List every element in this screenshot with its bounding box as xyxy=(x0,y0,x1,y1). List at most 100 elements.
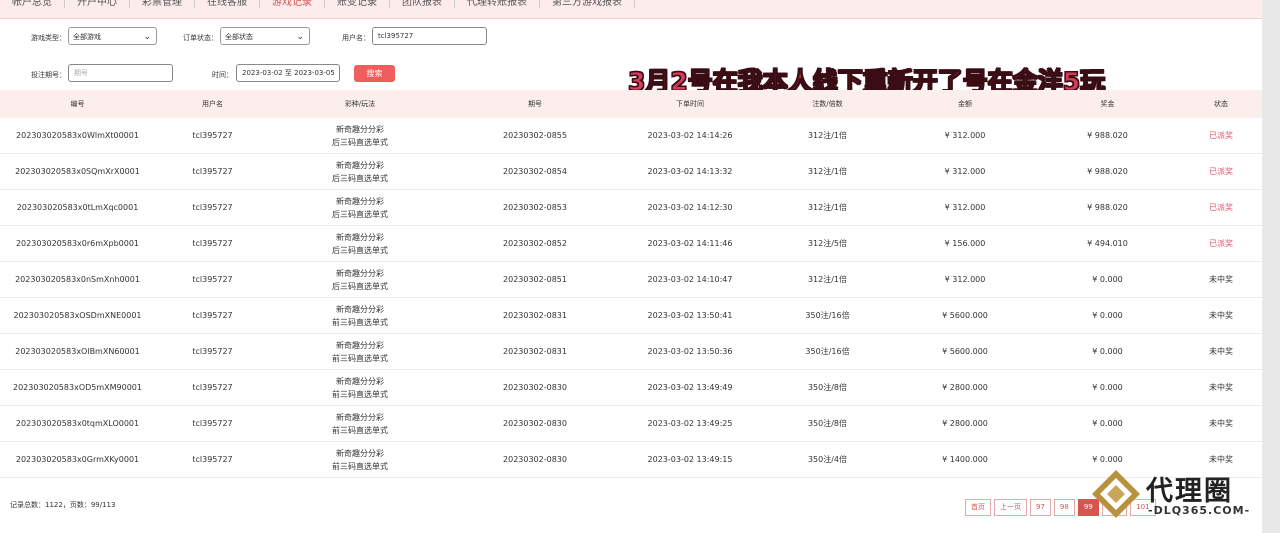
bets-cell: 312注/1倍 xyxy=(760,261,895,298)
game-name: 新奇趣分分彩 xyxy=(336,232,384,242)
game-play-cell: 新奇趣分分彩 前三码直选单式 xyxy=(270,333,450,370)
issue-cell: 20230302-0854 xyxy=(450,153,620,190)
search-button[interactable]: 搜索 xyxy=(354,65,395,82)
table-row[interactable]: 202303020583xOSDmXNE0001 tcl395727 新奇趣分分彩前… xyxy=(0,297,1262,334)
nav-item-third-party-report[interactable]: 第三方游戏报表 xyxy=(540,0,635,8)
table-row[interactable]: 202303020583xOD5mXM90001 tcl395727 新奇趣分分彩前… xyxy=(0,369,1262,406)
game-play-cell: 新奇趣分分彩 后三码直选单式 xyxy=(270,189,450,226)
bets-cell: 350注/8倍 xyxy=(760,369,895,406)
amount-cell: ¥ 312.000 xyxy=(895,118,1035,154)
table-body: 202303020583x0WlmXt00001 tcl395727 新奇趣分分彩后… xyxy=(0,118,1262,478)
order-id-link[interactable]: 202303020583xOlBmXN60001 xyxy=(0,333,155,370)
username-cell: tcl395727 xyxy=(155,225,270,262)
table-row[interactable]: 202303020583x0tLmXqc0001 tcl395727 新奇趣分分彩后… xyxy=(0,189,1262,226)
issue-cell: 20230302-0851 xyxy=(450,261,620,298)
issue-input[interactable]: 期号 xyxy=(68,64,173,82)
prize-cell: ¥ 0.000 xyxy=(1035,369,1180,406)
order-id-link[interactable]: 202303020583x0WlmXt00001 xyxy=(0,118,155,154)
page-first-button[interactable]: 首页 xyxy=(965,499,991,516)
game-type-value: 全部游戏 xyxy=(73,33,101,41)
top-nav-bar: 帐户总览 开户中心 彩票管理 在线客服 游戏记录 账变记录 团队报表 代理转账报… xyxy=(0,0,1262,19)
nav-item-open-account[interactable]: 开户中心 xyxy=(65,0,130,8)
amount-cell: ¥ 312.000 xyxy=(895,153,1035,190)
username-label: 用户名： xyxy=(342,34,370,42)
order-id-link[interactable]: 202303020583x0nSmXnh0001 xyxy=(0,261,155,298)
nav-item-game-records[interactable]: 游戏记录 xyxy=(260,0,325,8)
nav-item-account-overview[interactable]: 帐户总览 xyxy=(0,0,65,8)
issue-cell: 20230302-0853 xyxy=(450,189,620,226)
username-input[interactable]: tcl395727 xyxy=(372,27,487,45)
nav-item-online-service[interactable]: 在线客服 xyxy=(195,0,260,8)
game-play-cell: 新奇趣分分彩 前三码直选单式 xyxy=(270,369,450,406)
game-play-cell: 新奇趣分分彩 前三码直选单式 xyxy=(270,405,450,442)
table-row[interactable]: 202303020583x0tqmXLO0001 tcl395727 新奇趣分分彩前… xyxy=(0,405,1262,442)
play-method: 后三码直选单式 xyxy=(332,209,388,219)
order-status-select[interactable]: 全部状态 ⌄ xyxy=(220,27,310,45)
col-header-issue: 期号 xyxy=(528,100,542,108)
game-type-select[interactable]: 全部游戏 ⌄ xyxy=(68,27,157,45)
nav-item-team-report[interactable]: 团队报表 xyxy=(390,0,455,8)
status-cell: 已派奖 xyxy=(1180,153,1262,190)
game-play-cell: 新奇趣分分彩 前三码直选单式 xyxy=(270,297,450,334)
table-row[interactable]: 202303020583x0WlmXt00001 tcl395727 新奇趣分分彩后… xyxy=(0,118,1262,154)
nav-item-balance-records[interactable]: 账变记录 xyxy=(325,0,390,8)
issue-cell: 20230302-0831 xyxy=(450,333,620,370)
order-status-label: 订单状态： xyxy=(183,34,218,42)
table-row[interactable]: 202303020583xOlBmXN60001 tcl395727 新奇趣分分彩前… xyxy=(0,333,1262,370)
col-header-status: 状态 xyxy=(1214,100,1228,108)
issue-cell: 20230302-0831 xyxy=(450,297,620,334)
play-method: 后三码直选单式 xyxy=(332,245,388,255)
page-number-button[interactable]: 97 xyxy=(1030,499,1051,516)
orders-table: 编号 用户名 彩种/玩法 期号 下单时间 注数/倍数 金额 奖金 状态 2023… xyxy=(0,90,1262,478)
game-name: 新奇趣分分彩 xyxy=(336,124,384,134)
order-id-link[interactable]: 202303020583x0tqmXLO0001 xyxy=(0,405,155,442)
game-name: 新奇趣分分彩 xyxy=(336,412,384,422)
amount-cell: ¥ 5600.000 xyxy=(895,333,1035,370)
table-row[interactable]: 202303020583x0GrmXKy0001 tcl395727 新奇趣分分彩前… xyxy=(0,441,1262,478)
username-cell: tcl395727 xyxy=(155,261,270,298)
status-cell: 未中奖 xyxy=(1180,405,1262,442)
bets-cell: 350注/16倍 xyxy=(760,297,895,334)
order-time-cell: 2023-03-02 13:49:25 xyxy=(620,405,760,442)
watermark-brand: 代理圈 xyxy=(1146,476,1233,507)
bets-cell: 312注/5倍 xyxy=(760,225,895,262)
game-name: 新奇趣分分彩 xyxy=(336,160,384,170)
order-status-value: 全部状态 xyxy=(225,33,253,41)
prize-cell: ¥ 0.000 xyxy=(1035,297,1180,334)
nav-item-lottery-manage[interactable]: 彩票管理 xyxy=(130,0,195,8)
order-time-cell: 2023-03-02 13:50:36 xyxy=(620,333,760,370)
prize-cell: ¥ 494.010 xyxy=(1035,225,1180,262)
table-row[interactable]: 202303020583x0SQmXrX0001 tcl395727 新奇趣分分彩后… xyxy=(0,153,1262,190)
time-range-input[interactable]: 2023-03-02 至 2023-03-05 xyxy=(236,64,340,82)
table-row[interactable]: 202303020583x0r6mXpb0001 tcl395727 新奇趣分分彩后… xyxy=(0,225,1262,262)
prize-cell: ¥ 0.000 xyxy=(1035,405,1180,442)
table-row[interactable]: 202303020583x0nSmXnh0001 tcl395727 新奇趣分分彩后… xyxy=(0,261,1262,298)
bets-cell: 350注/16倍 xyxy=(760,333,895,370)
order-id-link[interactable]: 202303020583xOD5mXM90001 xyxy=(0,369,155,406)
play-method: 后三码直选单式 xyxy=(332,137,388,147)
order-id-link[interactable]: 202303020583x0GrmXKy0001 xyxy=(0,441,155,478)
col-header-prize: 奖金 xyxy=(1100,100,1115,108)
order-id-link[interactable]: 202303020583xOSDmXNE0001 xyxy=(0,297,155,334)
order-time-cell: 2023-03-02 14:12:30 xyxy=(620,189,760,226)
amount-cell: ¥ 312.000 xyxy=(895,261,1035,298)
order-id-link[interactable]: 202303020583x0tLmXqc0001 xyxy=(0,189,155,226)
game-name: 新奇趣分分彩 xyxy=(336,268,384,278)
amount-cell: ¥ 5600.000 xyxy=(895,297,1035,334)
page-number-button[interactable]: 98 xyxy=(1053,499,1075,516)
username-cell: tcl395727 xyxy=(155,441,270,478)
prize-cell: ¥ 988.020 xyxy=(1035,153,1180,190)
nav-item-agent-transfer-report[interactable]: 代理转账报表 xyxy=(455,0,540,8)
page-prev-button[interactable]: 上一页 xyxy=(994,499,1027,516)
order-id-link[interactable]: 202303020583x0r6mXpb0001 xyxy=(0,225,155,262)
order-id-link[interactable]: 202303020583x0SQmXrX0001 xyxy=(0,153,155,190)
order-time-cell: 2023-03-02 14:14:26 xyxy=(620,118,760,154)
watermark-logo-icon xyxy=(1092,470,1140,518)
game-name: 新奇趣分分彩 xyxy=(336,340,384,350)
game-type-label: 游戏类型： xyxy=(31,34,66,42)
col-header-user: 用户名 xyxy=(202,100,223,108)
game-play-cell: 新奇趣分分彩 后三码直选单式 xyxy=(270,225,450,262)
username-cell: tcl395727 xyxy=(155,405,270,442)
bets-cell: 312注/1倍 xyxy=(760,153,895,190)
status-cell: 未中奖 xyxy=(1180,261,1262,298)
